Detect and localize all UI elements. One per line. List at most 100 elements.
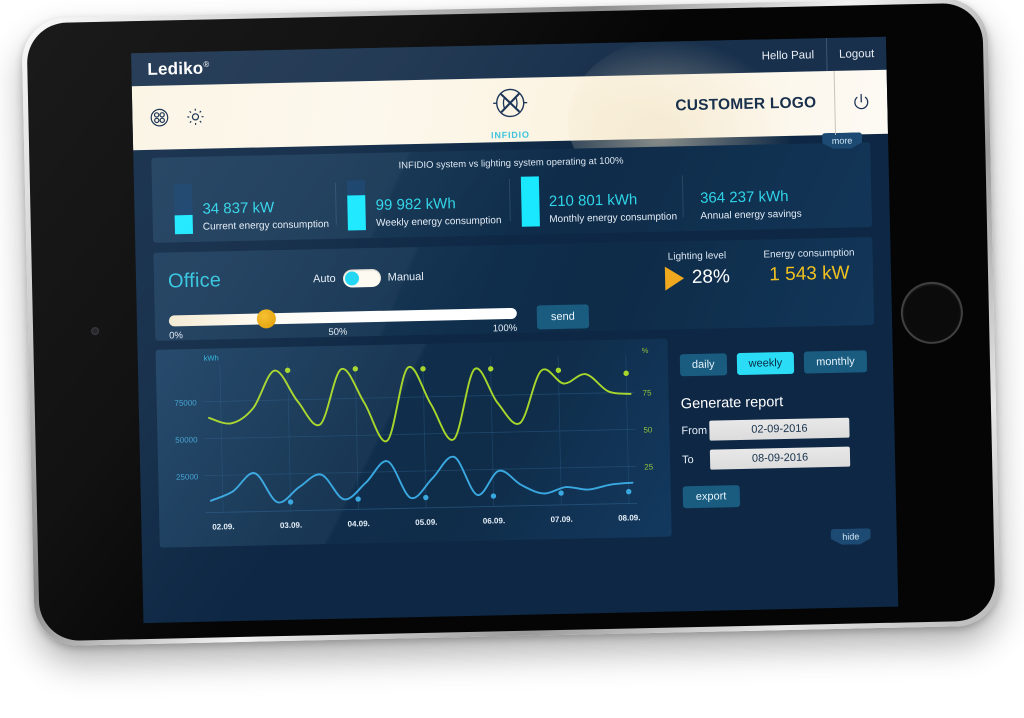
power-icon[interactable] (833, 69, 888, 135)
report-panel: daily weekly monthly Generate report From … (679, 334, 878, 536)
slider-tick-0: 0% (169, 330, 184, 342)
export-button[interactable]: export (682, 485, 740, 509)
stat-value: 210 801 kWh (548, 191, 638, 211)
stat-label: Annual energy savings (700, 208, 802, 222)
svg-text:kWh: kWh (204, 353, 219, 362)
range-button-daily[interactable]: daily (679, 353, 727, 377)
svg-text:50000: 50000 (175, 435, 198, 444)
dimmer-slider[interactable]: 0% 50% 100% (168, 307, 517, 342)
registered-mark: ® (203, 59, 210, 69)
hide-button[interactable]: hide (831, 528, 871, 545)
lower-panel: 25000 50000 75000 25 50 75 kWh% 02.09. 03.09. 04.… (155, 334, 879, 548)
mode-auto-label: Auto (312, 272, 336, 285)
lighting-level-readout: Lighting level 28% (664, 250, 731, 291)
to-date-input[interactable] (709, 446, 851, 470)
mode-manual-label: Manual (387, 270, 424, 284)
svg-text:04.09.: 04.09. (347, 519, 369, 528)
range-button-weekly[interactable]: weekly (736, 351, 795, 376)
svg-text:25: 25 (644, 462, 654, 471)
stat-bar (520, 176, 540, 227)
from-date-input[interactable] (709, 417, 850, 441)
stat-bar (173, 183, 194, 235)
stat-bar-fill (347, 195, 367, 231)
from-field-row: From (681, 417, 876, 441)
svg-text:03.09.: 03.09. (280, 521, 302, 530)
range-button-monthly[interactable]: monthly (803, 350, 867, 374)
stats-panel: more INFIDIO system vs lighting system o… (151, 142, 873, 243)
stat-text: 364 237 kWh Annual energy savings (700, 188, 802, 223)
svg-text:06.09.: 06.09. (483, 516, 505, 525)
slider-scale: 0% 50% 100% (169, 323, 517, 342)
svg-text:25000: 25000 (176, 472, 199, 481)
customer-logo: CUSTOMER LOGO (675, 94, 817, 115)
to-label: To (681, 454, 694, 467)
svg-text:07.09.: 07.09. (550, 515, 572, 524)
stat-value: 364 237 kWh (699, 187, 789, 207)
zone-name: Office (167, 269, 222, 293)
home-button[interactable] (900, 281, 964, 345)
tablet-bezel: Lediko® Hello Paul Logout INFIDIO CUSTOM… (26, 2, 996, 642)
stat-bar-fill (174, 214, 194, 235)
slider-knob[interactable] (257, 309, 277, 329)
energy-chart: 25000 50000 75000 25 50 75 kWh% 02.09. 03.09. 04.… (155, 338, 672, 548)
sensors-icon[interactable] (148, 106, 170, 128)
stat-label: Current energy consumption (202, 218, 330, 233)
lighting-level-label: Lighting level (667, 250, 727, 263)
tablet-device: Lediko® Hello Paul Logout INFIDIO CUSTOM… (21, 0, 1001, 647)
stat-cell: 364 237 kWh Annual energy savings (682, 169, 862, 223)
control-panel: Office Auto Manual Lighting level 28% En… (153, 237, 875, 342)
header-icon-group (148, 106, 206, 129)
control-bottom-row: 0% 50% 100% send (168, 300, 860, 342)
svg-text:50: 50 (643, 425, 653, 434)
svg-text:75000: 75000 (174, 398, 197, 407)
stat-cell: 210 801 kWh Monthly energy consumption (508, 173, 682, 227)
energy-consumption-readout: Energy consumption 1 543 kW (763, 247, 855, 288)
slider-tick-100: 100% (492, 322, 518, 335)
lighting-level-value: 28% (691, 266, 731, 289)
stat-bar-fill (520, 176, 540, 227)
energy-consumption-value: 1 543 kW (769, 262, 850, 286)
slider-tick-50: 50% (328, 326, 348, 338)
control-top-row: Office Auto Manual Lighting level 28% En… (168, 247, 860, 301)
stat-label: Weekly energy consumption (375, 215, 502, 229)
report-title: Generate report (680, 394, 784, 413)
mode-toggle-switch[interactable] (342, 268, 381, 288)
stats-row: 34 837 kW Current energy consumption 99 98… (162, 169, 862, 235)
gear-icon[interactable] (184, 106, 206, 128)
svg-text:02.09.: 02.09. (212, 522, 234, 531)
brand-name: Lediko (147, 58, 204, 79)
stat-bar (347, 180, 367, 231)
chart-canvas: 25000 50000 75000 25 50 75 kWh% 02.09. 03.09. 04.… (174, 346, 654, 532)
titlebar-right-group: Hello Paul Logout (749, 36, 887, 73)
svg-text:08.09.: 08.09. (618, 513, 640, 522)
user-greeting: Hello Paul (761, 48, 815, 62)
svg-text:05.09.: 05.09. (415, 518, 437, 527)
stat-text: 99 982 kWh Weekly energy consumption (375, 194, 501, 230)
send-button[interactable]: send (536, 304, 590, 330)
svg-text:75: 75 (642, 388, 652, 397)
from-label: From (681, 424, 708, 438)
stat-text: 210 801 kWh Monthly energy consumption (549, 190, 678, 226)
stat-value: 34 837 kW (202, 199, 275, 218)
stat-cell: 34 837 kW Current energy consumption (162, 181, 336, 235)
range-tab-group: daily weekly monthly (679, 350, 875, 377)
infidio-logo: INFIDIO (487, 84, 532, 141)
stat-value: 99 982 kWh (375, 195, 456, 214)
app-logo: Lediko® (147, 58, 210, 79)
toggle-knob (344, 270, 359, 286)
to-field-row: To (682, 446, 877, 470)
infidio-label: INFIDIO (491, 129, 530, 141)
stat-text: 34 837 kW Current energy consumption (202, 198, 329, 234)
readouts-group: Lighting level 28% Energy consumption 1 … (664, 247, 859, 291)
app-body: more INFIDIO system vs lighting system o… (133, 134, 897, 548)
energy-consumption-label: Energy consumption (763, 247, 855, 261)
app-screen: Lediko® Hello Paul Logout INFIDIO CUSTOM… (131, 36, 899, 624)
svg-text:%: % (642, 346, 649, 355)
play-triangle-icon (664, 266, 685, 291)
stat-cell: 99 982 kWh Weekly energy consumption (335, 177, 509, 231)
mode-toggle-group[interactable]: Auto Manual (312, 267, 424, 288)
front-camera (91, 326, 100, 336)
logout-button[interactable]: Logout (825, 36, 887, 72)
stat-label: Monthly energy consumption (549, 211, 678, 226)
more-button[interactable]: more (822, 132, 862, 149)
